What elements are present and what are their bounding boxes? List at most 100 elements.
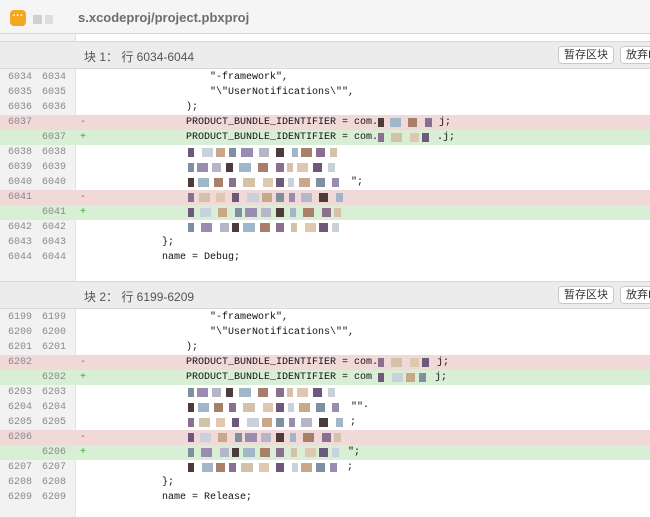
- redacted-block: [289, 418, 295, 427]
- redacted-block: [212, 163, 221, 172]
- code-text-tail: j;: [437, 357, 450, 368]
- redacted-block: [212, 388, 221, 397]
- diff-sign: -: [80, 357, 87, 368]
- redacted-block: [392, 373, 403, 382]
- redacted-block: [313, 388, 322, 397]
- diff-line-added[interactable]: 6041 +: [0, 205, 650, 220]
- diff-line[interactable]: 6039 6039: [0, 160, 650, 175]
- diff-line[interactable]: 6201 6201);: [0, 340, 650, 355]
- redacted-block: [332, 403, 339, 412]
- redacted-block: [261, 433, 271, 442]
- diff-sign: -: [80, 117, 87, 128]
- diff-line[interactable]: 6042 6042: [0, 220, 650, 235]
- redacted-block: [391, 133, 402, 142]
- redacted-block: [378, 373, 384, 382]
- code-text-tail: .j;: [437, 132, 456, 143]
- code-text: "-framework",: [210, 72, 289, 83]
- redacted-block: [232, 193, 239, 202]
- redacted-block: [297, 163, 308, 172]
- redacted-block: [247, 418, 259, 427]
- diff-line-removed[interactable]: 6041 -: [0, 190, 650, 205]
- redacted-block: [243, 448, 255, 457]
- old-line-number: 6208: [7, 477, 32, 488]
- stage-hunk-button[interactable]: 暂存区块: [558, 286, 614, 304]
- diff-line[interactable]: 6207 6207;: [0, 460, 650, 475]
- discard-hunk-button[interactable]: 放弃I: [620, 46, 650, 64]
- diff-line[interactable]: 6209 6209 name = Release;: [0, 490, 650, 505]
- diff-line[interactable]: 6035 6035 "\"UserNotifications\"",: [0, 85, 650, 100]
- stage-hunk-button[interactable]: 暂存区块: [558, 46, 614, 64]
- new-line-number: 6034: [41, 72, 66, 83]
- redacted-block: [378, 358, 384, 367]
- redacted-block: [299, 178, 310, 187]
- redacted-block: [263, 178, 273, 187]
- redacted-block: [406, 373, 415, 382]
- redacted-block: [188, 433, 194, 442]
- redacted-block: [188, 463, 194, 472]
- redacted-block: [188, 388, 194, 397]
- redacted-block: [229, 463, 236, 472]
- redacted-block: [276, 388, 284, 397]
- discard-hunk-button[interactable]: 放弃I: [620, 286, 650, 304]
- old-line-number: 6200: [7, 327, 32, 338]
- redacted-block: [262, 418, 272, 427]
- diff-line-added[interactable]: 6206 + ";: [0, 445, 650, 460]
- diff-line[interactable]: 6208 6208};: [0, 475, 650, 490]
- diff-line-added[interactable]: 6202 + PRODUCT_BUNDLE_IDENTIFIER = com j;: [0, 370, 650, 385]
- redacted-block: [276, 223, 284, 232]
- redacted-block: [247, 193, 259, 202]
- old-line-number: 6039: [7, 162, 32, 173]
- redacted-block: [243, 178, 255, 187]
- diff-line[interactable]: 6044 6044 name = Debug;: [0, 250, 650, 265]
- new-line-number: 6203: [41, 387, 66, 398]
- redacted-block: [390, 118, 401, 127]
- redacted-block: [276, 193, 284, 202]
- code-text: PRODUCT_BUNDLE_IDENTIFIER = com.: [186, 357, 379, 368]
- redacted-block: [336, 193, 343, 202]
- redacted-block: [336, 418, 343, 427]
- file-path: s.xcodeproj/project.pbxproj: [78, 10, 250, 25]
- redacted-block: [299, 403, 310, 412]
- redacted-block: [330, 463, 337, 472]
- redacted-block: [188, 178, 194, 187]
- title-bar: ··· s.xcodeproj/project.pbxproj: [0, 0, 650, 34]
- diff-line-removed[interactable]: 6206 -: [0, 430, 650, 445]
- diff-line[interactable]: 6038 6038: [0, 145, 650, 160]
- old-line-number: 6201: [7, 342, 32, 353]
- diff-line[interactable]: 6043 6043};: [0, 235, 650, 250]
- redacted-block: [188, 403, 194, 412]
- redacted-block: [334, 433, 341, 442]
- redacted-block: [322, 208, 331, 217]
- redacted-block: [198, 403, 209, 412]
- diff-line[interactable]: 6200 6200 "\"UserNotifications\"",: [0, 325, 650, 340]
- old-line-number: 6038: [7, 147, 32, 158]
- diff-line[interactable]: 6203 6203: [0, 385, 650, 400]
- redacted-block: [378, 118, 384, 127]
- diff-line-added[interactable]: 6037 + PRODUCT_BUNDLE_IDENTIFIER = com. .j;: [0, 130, 650, 145]
- redacted-block: [316, 178, 325, 187]
- redacted-block: [259, 148, 269, 157]
- diff-sign: +: [80, 447, 87, 458]
- code-text: PRODUCT_BUNDLE_IDENTIFIER = com.: [186, 132, 379, 143]
- diff-line[interactable]: 6199 6199 "-framework",: [0, 310, 650, 325]
- diff-line-removed[interactable]: 6037 - PRODUCT_BUNDLE_IDENTIFIER = com. j;: [0, 115, 650, 130]
- diff-line-removed[interactable]: 6202 - PRODUCT_BUNDLE_IDENTIFIER = com. j;: [0, 355, 650, 370]
- diff-line[interactable]: 6040 6040 ";: [0, 175, 650, 190]
- redacted-block: [245, 208, 257, 217]
- redacted-block: [262, 193, 272, 202]
- redacted-block: [301, 193, 312, 202]
- redacted-block: [188, 148, 194, 157]
- old-line-number: 6205: [7, 417, 32, 428]
- diff-line[interactable]: 6036 6036);: [0, 100, 650, 115]
- redacted-block: [305, 448, 316, 457]
- old-line-number: 6209: [7, 492, 32, 503]
- diff-line[interactable]: 6205 6205;: [0, 415, 650, 430]
- redacted-block: [241, 148, 253, 157]
- redacted-block: [202, 463, 213, 472]
- diff-line[interactable]: 6204 6204 ""·: [0, 400, 650, 415]
- code-text: PRODUCT_BUNDLE_IDENTIFIER = com: [186, 372, 373, 383]
- code-text-tail: ;: [347, 462, 354, 473]
- diff-line[interactable]: 6034 6034 "-framework",: [0, 70, 650, 85]
- redacted-block: [319, 223, 328, 232]
- redacted-block: [297, 388, 308, 397]
